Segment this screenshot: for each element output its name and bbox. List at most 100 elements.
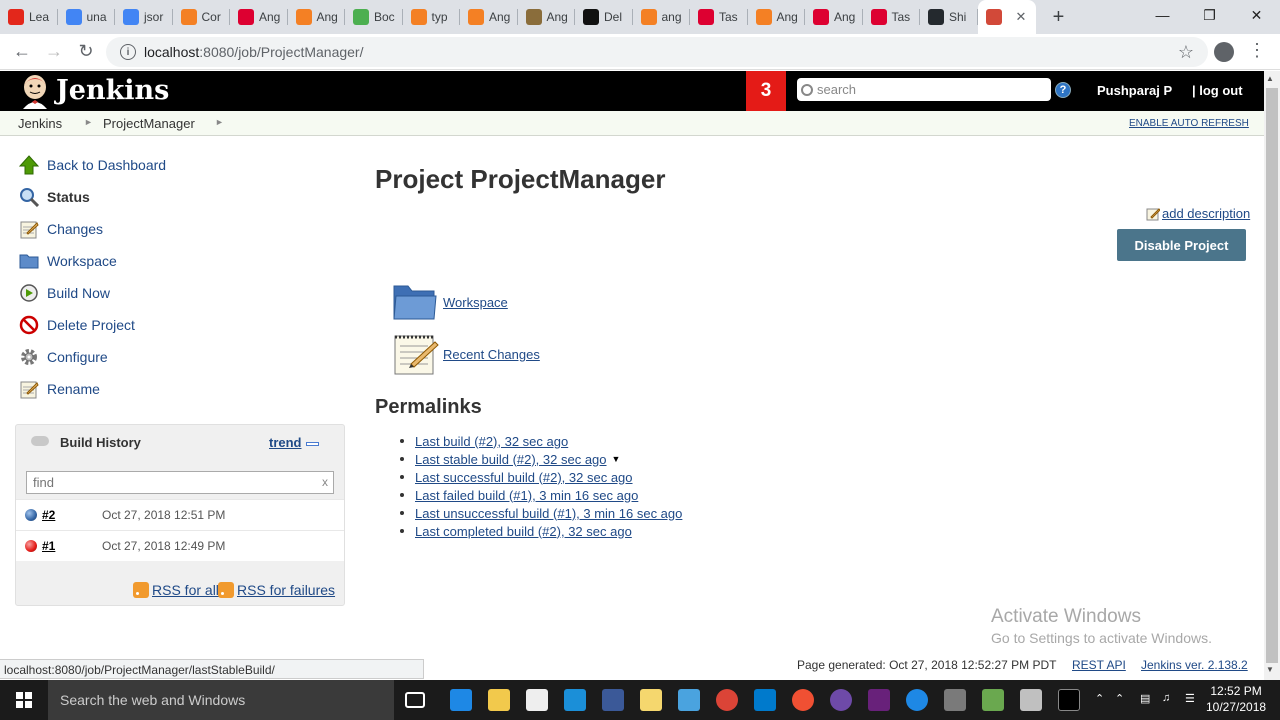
git-icon[interactable]: [792, 689, 814, 711]
scroll-up-arrow-icon[interactable]: ▲: [1266, 74, 1274, 83]
build-date[interactable]: Oct 27, 2018 12:51 PM: [102, 508, 225, 522]
browser-tab[interactable]: una: [58, 0, 116, 34]
profile-avatar-icon[interactable]: [1214, 42, 1234, 62]
breadcrumb-item-project[interactable]: ProjectManager: [103, 116, 195, 131]
info-icon[interactable]: i: [120, 44, 136, 60]
enable-auto-refresh-link[interactable]: ENABLE AUTO REFRESH: [1129, 118, 1249, 129]
browser-tab[interactable]: Cor: [173, 0, 231, 34]
browser-tab[interactable]: Tas: [690, 0, 748, 34]
permalink-last-successful-build[interactable]: Last successful build (#2), 32 sec ago: [415, 470, 633, 485]
dropdown-caret-icon[interactable]: ▼: [612, 454, 621, 464]
visual-studio-code-alt-icon[interactable]: [564, 689, 586, 711]
taskbar-clock[interactable]: 12:52 PM 10/27/2018: [1206, 683, 1266, 715]
clear-filter-icon[interactable]: x: [322, 475, 328, 489]
back-button[interactable]: ←: [6, 41, 38, 62]
browser-tab[interactable]: Ang: [460, 0, 518, 34]
browser-tab[interactable]: Ang: [230, 0, 288, 34]
breadcrumb-arrow-icon[interactable]: ►: [84, 117, 93, 127]
tool-icon[interactable]: [602, 689, 624, 711]
rss-failures-link[interactable]: RSS for failures: [218, 582, 335, 598]
trend-link[interactable]: trend: [269, 435, 302, 450]
browser-tab[interactable]: Del: [575, 0, 633, 34]
scrollbar-thumb[interactable]: [1266, 88, 1278, 663]
scroll-down-arrow-icon[interactable]: ▼: [1266, 665, 1274, 674]
network-icon[interactable]: [678, 689, 700, 711]
restore-icon[interactable]: ❐: [1186, 0, 1233, 30]
close-tab-icon[interactable]: ✕: [1016, 9, 1027, 25]
browser-tab[interactable]: ang: [633, 0, 691, 34]
browser-tab[interactable]: ✕: [977, 0, 1036, 34]
help-icon[interactable]: ?: [1055, 82, 1071, 98]
notification-chevron-icon[interactable]: ⌃: [1115, 692, 1124, 705]
task-status[interactable]: Status: [18, 186, 90, 208]
permalink-last-stable-build[interactable]: Last stable build (#2), 32 sec ago: [415, 452, 607, 467]
chrome-icon[interactable]: [716, 689, 738, 711]
task-configure[interactable]: Configure: [18, 346, 108, 368]
browser-tab[interactable]: Boc: [345, 0, 403, 34]
permalink-last-completed-build[interactable]: Last completed build (#2), 32 sec ago: [415, 524, 632, 539]
forward-button[interactable]: →: [38, 41, 70, 62]
taskbar-search-box[interactable]: Search the web and Windows: [48, 680, 394, 720]
edge-icon[interactable]: [450, 689, 472, 711]
build-date[interactable]: Oct 27, 2018 12:49 PM: [102, 539, 225, 553]
breadcrumb-item-jenkins[interactable]: Jenkins: [18, 116, 62, 131]
disable-project-button[interactable]: Disable Project: [1117, 229, 1246, 261]
close-window-icon[interactable]: ✕: [1233, 0, 1280, 30]
search-input[interactable]: [817, 82, 1037, 97]
ie-icon[interactable]: [906, 689, 928, 711]
task-build-now[interactable]: Build Now: [18, 282, 110, 304]
logout-link[interactable]: | log out: [1192, 83, 1243, 98]
browser-tab[interactable]: Shi: [920, 0, 978, 34]
app-icon[interactable]: [830, 689, 852, 711]
browser-tab[interactable]: Ang: [748, 0, 806, 34]
browser-tab[interactable]: typ: [403, 0, 461, 34]
task-workspace[interactable]: Workspace: [18, 250, 117, 272]
build-number-link[interactable]: #1: [42, 539, 55, 553]
folder-icon[interactable]: [640, 689, 662, 711]
collapse-icon[interactable]: [306, 442, 319, 446]
rest-api-link[interactable]: REST API: [1072, 658, 1126, 672]
workspace-link[interactable]: Workspace: [443, 295, 508, 310]
browser-tab[interactable]: Ang: [518, 0, 576, 34]
folder-icon[interactable]: [393, 282, 437, 322]
task-back-to-dashboard[interactable]: Back to Dashboard: [18, 154, 166, 176]
paint-icon[interactable]: [1020, 689, 1042, 711]
build-filter-input[interactable]: [33, 475, 313, 490]
reload-button[interactable]: ↻: [70, 41, 102, 62]
terminal-icon[interactable]: [1058, 689, 1080, 711]
browser-tab[interactable]: Tas: [863, 0, 921, 34]
browser-tab[interactable]: Ang: [805, 0, 863, 34]
add-description-link[interactable]: add description: [1146, 206, 1250, 221]
volume-muted-icon[interactable]: ♫: [1162, 692, 1170, 704]
recent-changes-link[interactable]: Recent Changes: [443, 347, 540, 362]
permalink-last-build[interactable]: Last build (#2), 32 sec ago: [415, 434, 568, 449]
file-explorer-icon[interactable]: [488, 689, 510, 711]
jenkins-title[interactable]: Jenkins: [56, 75, 169, 106]
network-tray-icon[interactable]: ▤: [1140, 692, 1150, 705]
browser-tab[interactable]: jsor: [115, 0, 173, 34]
rss-all-link[interactable]: RSS for all: [133, 582, 219, 598]
action-center-icon[interactable]: ☰: [1185, 692, 1195, 705]
jenkins-version-link[interactable]: Jenkins ver. 2.138.2: [1141, 658, 1248, 672]
notification-badge[interactable]: 3: [746, 71, 786, 111]
jenkins-butler-logo-icon[interactable]: [18, 73, 52, 109]
notepad-plus-icon[interactable]: [982, 689, 1004, 711]
address-bar[interactable]: i localhost:8080/job/ProjectManager/ ☆: [106, 37, 1208, 67]
task-rename[interactable]: Rename: [18, 378, 100, 400]
permalink-last-unsuccessful-build[interactable]: Last unsuccessful build (#1), 3 min 16 s…: [415, 506, 682, 521]
browser-tab[interactable]: Ang: [288, 0, 346, 34]
task-changes[interactable]: Changes: [18, 218, 103, 240]
server-icon[interactable]: [944, 689, 966, 711]
tray-expand-icon[interactable]: ⌃: [1095, 692, 1104, 705]
task-view-icon[interactable]: [405, 692, 425, 708]
permalink-last-failed-build[interactable]: Last failed build (#1), 3 min 16 sec ago: [415, 488, 638, 503]
visual-studio-icon[interactable]: [868, 689, 890, 711]
notepad-icon[interactable]: [393, 332, 439, 376]
browser-tab[interactable]: Lea: [0, 0, 58, 34]
store-icon[interactable]: [526, 689, 548, 711]
breadcrumb-arrow-icon[interactable]: ►: [215, 117, 224, 127]
vscode-icon[interactable]: [754, 689, 776, 711]
build-number-link[interactable]: #2: [42, 508, 55, 522]
user-link[interactable]: Pushparaj P: [1097, 83, 1172, 98]
minimize-icon[interactable]: —: [1139, 0, 1186, 30]
